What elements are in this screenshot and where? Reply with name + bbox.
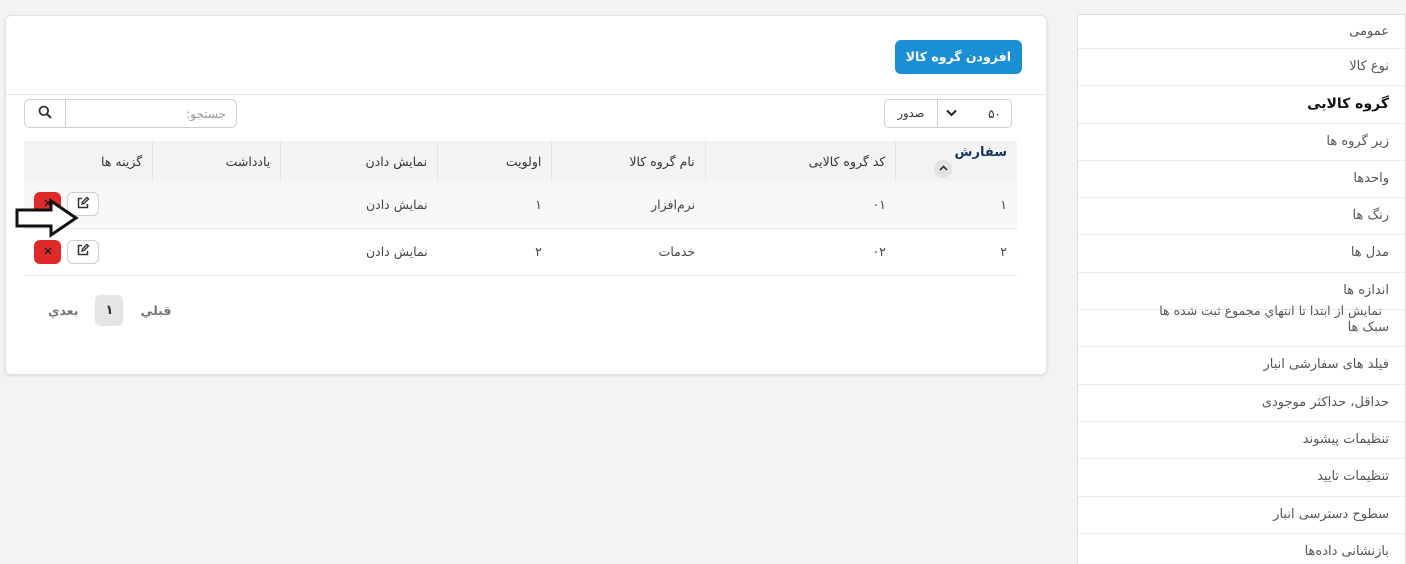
cell-display: نمایش دادن [365, 244, 428, 259]
cell-priority: ۱ [535, 196, 542, 212]
card-header: افزودن گروه کالا [6, 16, 1046, 95]
column-header-group-code[interactable]: کد گروه کالایی [704, 141, 896, 181]
edit-button[interactable] [67, 239, 99, 264]
pagination: بعدي ۱ قبلي [48, 295, 171, 326]
column-header-options: گزینه ها [101, 153, 143, 169]
column-header-group-name[interactable]: نام گروه کالا [551, 141, 706, 181]
close-icon [43, 246, 52, 258]
cell-note [153, 228, 281, 275]
sidebar-item-models[interactable]: مدل ها [1078, 235, 1405, 273]
sidebar-item-approval-settings[interactable]: تنظیمات تایید [1078, 459, 1405, 497]
export-button[interactable]: صدور [884, 99, 938, 128]
sidebar-item-subgroups[interactable]: زیر گروه ها [1078, 124, 1405, 161]
sidebar-item-prefix-settings[interactable]: تنظیمات پیشوند [1078, 422, 1405, 460]
product-group-table: سفارش کد گروه کالایی نام گروه کالا اولوی… [24, 141, 1017, 276]
cell-note [153, 181, 281, 228]
cell-order: ۲ [1000, 244, 1007, 259]
search-input[interactable] [66, 100, 236, 127]
next-page-link[interactable]: بعدي [48, 303, 78, 318]
chevron-down-icon [946, 107, 957, 120]
page-length-select[interactable]: ۵۰ [937, 99, 1012, 128]
sidebar-item-reset-data[interactable]: بازنشانی دادەها [1078, 534, 1405, 564]
cell-order: ۱ [1000, 196, 1007, 212]
sidebar-item-product-type[interactable]: نوع کالا [1078, 49, 1405, 87]
add-product-group-button[interactable]: افزودن گروه کالا [894, 40, 1022, 74]
sidebar-item-colors[interactable]: رنگ ها [1078, 198, 1405, 236]
arrow-right-icon [15, 198, 79, 242]
column-header-note[interactable]: یادداشت [152, 141, 281, 181]
sidebar-item-product-group[interactable]: گروه کالایی [1078, 86, 1405, 124]
search-button[interactable] [25, 100, 66, 127]
sidebar-item-units[interactable]: واحدها [1078, 161, 1405, 199]
cell-name: خدمات [658, 244, 696, 259]
sidebar-item-min-max-stock[interactable]: حداقل، حداکثر موجودی [1078, 385, 1405, 422]
table-info-text: نمایش از ابتدا تا انتهاي مجموع ثبت شده ه… [1159, 303, 1382, 318]
table-row: ۱ ۰۱ نرم‌افزار ۱ نمایش دادن [24, 181, 1017, 228]
sidebar-item-access-levels[interactable]: سطوح دسترسی انبار [1078, 497, 1405, 534]
table-header-row: سفارش کد گروه کالایی نام گروه کالا اولوی… [24, 141, 1017, 181]
delete-button[interactable] [34, 239, 61, 264]
column-header-order[interactable]: سفارش [895, 141, 1017, 181]
search-box [24, 99, 237, 128]
search-icon [38, 105, 52, 123]
previous-page-link[interactable]: قبلي [140, 303, 171, 318]
sort-up-icon[interactable] [934, 159, 952, 178]
cell-code: ۰۱ [872, 196, 886, 212]
column-header-display[interactable]: نمایش دادن [280, 141, 438, 181]
page-number-current[interactable]: ۱ [95, 295, 124, 326]
table-row: ۲ ۰۲ خدمات ۲ نمایش دادن [24, 228, 1017, 275]
cell-display: نمایش دادن [365, 196, 428, 212]
page-length-value: ۵۰ [988, 106, 1001, 121]
edit-icon [76, 243, 90, 260]
cell-priority: ۲ [535, 244, 542, 259]
settings-sidebar: عمومی نوع کالا گروه کالایی زیر گروه ها و… [1077, 14, 1406, 564]
column-header-priority[interactable]: اولویت [437, 141, 552, 181]
cell-code: ۰۲ [872, 244, 886, 259]
cell-name: نرم‌افزار [651, 196, 696, 212]
sidebar-item-custom-fields[interactable]: فیلد های سفارشی انبار [1078, 347, 1405, 385]
sidebar-item-general[interactable]: عمومی [1078, 15, 1405, 49]
